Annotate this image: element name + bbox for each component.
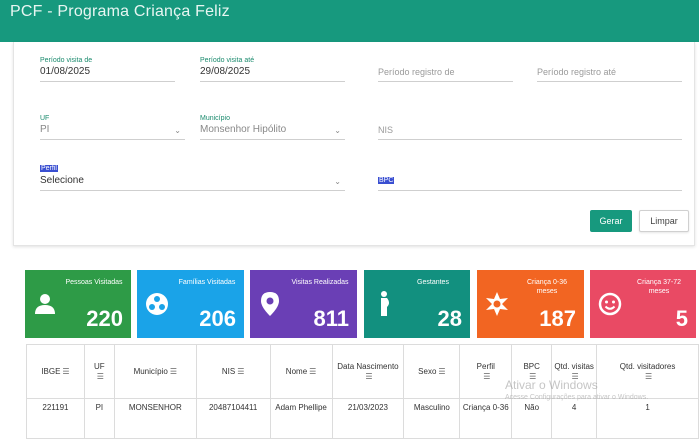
stat-value: 187 [539, 306, 576, 331]
periodo-registro-de-placeholder: Período registro de [378, 67, 455, 77]
gerar-button[interactable]: Gerar [590, 210, 632, 232]
stat-label: Criança 37-72 meses [637, 279, 681, 295]
cell-municipio: MONSENHOR [113, 398, 197, 439]
bpc-placeholder: BPC [378, 177, 395, 184]
stat-label: Gestantes [417, 279, 449, 286]
filter-icon[interactable]: ☰ [365, 372, 372, 382]
table-row[interactable]: 221191 PI MONSENHOR 20487104411 Adam Phe… [26, 398, 699, 439]
cell-uf: PI [83, 398, 115, 439]
windows-activation-watermark: Ativar o Windows [505, 378, 598, 392]
cell-perfil: Criança 0-36 [459, 398, 513, 439]
stat-card-gestantes: Gestantes 28 [364, 270, 470, 338]
chevron-down-icon: ⌄ [174, 126, 181, 135]
filter-icon[interactable]: ☰ [170, 367, 177, 377]
uf-label: UF [40, 115, 50, 122]
stat-value: 811 [313, 306, 350, 331]
column-header-nis[interactable]: NIS ☰ [195, 344, 271, 399]
stat-card-pessoas-visitadas: Pessoas Visitadas 220 [25, 270, 131, 338]
column-header-municipio[interactable]: Município ☰ [113, 344, 197, 399]
stat-card-familias-visitadas: Famílias Visitadas 206 [137, 270, 244, 338]
family-icon [137, 270, 177, 338]
stat-value: 206 [199, 306, 236, 331]
stat-label: Criança 0-36 meses [526, 279, 568, 295]
filter-icon[interactable]: ☰ [62, 367, 69, 377]
filter-icon[interactable]: ☰ [483, 372, 490, 382]
cell-qtd-visitadores: 1 [596, 398, 699, 439]
periodo-registro-ate-field[interactable]: Período registro até [537, 65, 682, 82]
pregnant-icon [364, 270, 404, 338]
stat-card-crianca-0-36: Criança 0-36 meses 187 [477, 270, 584, 338]
filter-icon[interactable]: ☰ [97, 372, 104, 382]
filter-icon[interactable]: ☰ [309, 367, 316, 377]
filter-icon[interactable]: ☰ [438, 367, 445, 377]
periodo-visita-ate-field[interactable]: Período visita até 29/08/2025 [200, 56, 345, 82]
stat-label: Famílias Visitadas [178, 279, 236, 286]
filter-icon[interactable]: ☰ [645, 372, 652, 382]
periodo-visita-de-value: 01/08/2025 [40, 66, 91, 77]
stat-label: Visitas Realizadas [291, 279, 349, 286]
periodo-registro-ate-placeholder: Período registro até [537, 67, 617, 77]
cell-qtd-visitas: 4 [551, 398, 598, 439]
column-header-sexo[interactable]: Sexo ☰ [403, 344, 461, 399]
map-pin-icon [250, 270, 290, 338]
bpc-field[interactable]: BPC [378, 174, 682, 191]
column-header-nome[interactable]: Nome ☰ [269, 344, 333, 399]
uf-select[interactable]: UF PI ⌄ [40, 114, 185, 140]
nis-field[interactable]: NIS [378, 123, 682, 140]
toy-icon [477, 270, 517, 338]
periodo-registro-de-field[interactable]: Período registro de [378, 65, 513, 82]
periodo-visita-de-field[interactable]: Período visita de 01/08/2025 [40, 56, 175, 82]
app-header: PCF - Programa Criança Feliz [0, 0, 699, 42]
chevron-down-icon: ⌄ [334, 126, 341, 135]
cell-data-nascimento: 21/03/2023 [331, 398, 405, 439]
stat-value: 28 [437, 306, 462, 331]
windows-activation-hint: Acesse Configurações para ativar o Windo… [505, 394, 649, 401]
page-title: PCF - Programa Criança Feliz [10, 3, 230, 20]
column-header-uf[interactable]: UF ☰ [83, 344, 115, 399]
stat-card-crianca-37-72: Criança 37-72 meses 5 [590, 270, 696, 338]
cell-nome: Adam Phellipe [269, 398, 333, 439]
perfil-value: Selecione [40, 175, 84, 186]
cell-sexo: Masculino [403, 398, 461, 439]
cell-nis: 20487104411 [195, 398, 271, 439]
filter-icon[interactable]: ☰ [237, 367, 244, 377]
chevron-down-icon: ⌄ [334, 177, 341, 186]
nis-placeholder: NIS [378, 125, 394, 135]
municipio-label: Município [200, 115, 230, 122]
perfil-label: Perfil [40, 165, 58, 172]
stat-value: 5 [675, 306, 688, 331]
municipio-value: Monsenhor Hipólito [200, 124, 287, 135]
column-header-qtd-visitadores[interactable]: Qtd. visitadores ☰ [596, 344, 699, 399]
periodo-visita-ate-value: 29/08/2025 [200, 66, 251, 77]
uf-value: PI [40, 124, 50, 135]
stat-label: Pessoas Visitadas [65, 279, 123, 286]
stat-value: 220 [86, 306, 123, 331]
cell-bpc: Não [511, 398, 553, 439]
periodo-visita-ate-label: Período visita até [200, 57, 255, 64]
cell-ibge: 221191 [26, 398, 85, 439]
child-face-icon [590, 270, 630, 338]
column-header-data-nascimento[interactable]: Data Nascimento ☰ [331, 344, 405, 399]
column-header-perfil[interactable]: Perfil ☰ [459, 344, 513, 399]
column-header-ibge[interactable]: IBGE ☰ [26, 344, 85, 399]
periodo-visita-de-label: Período visita de [40, 57, 93, 64]
municipio-select[interactable]: Município Monsenhor Hipólito ⌄ [200, 114, 345, 140]
results-table: IBGE ☰ UF ☰ Município ☰ NIS ☰ Nome ☰ Data Nas… [26, 344, 699, 439]
perfil-select[interactable]: Perfil Selecione ⌄ [40, 164, 345, 191]
limpar-button[interactable]: Limpar [639, 210, 689, 232]
person-icon [25, 270, 65, 338]
stat-card-visitas-realizadas: Visitas Realizadas 811 [250, 270, 357, 338]
